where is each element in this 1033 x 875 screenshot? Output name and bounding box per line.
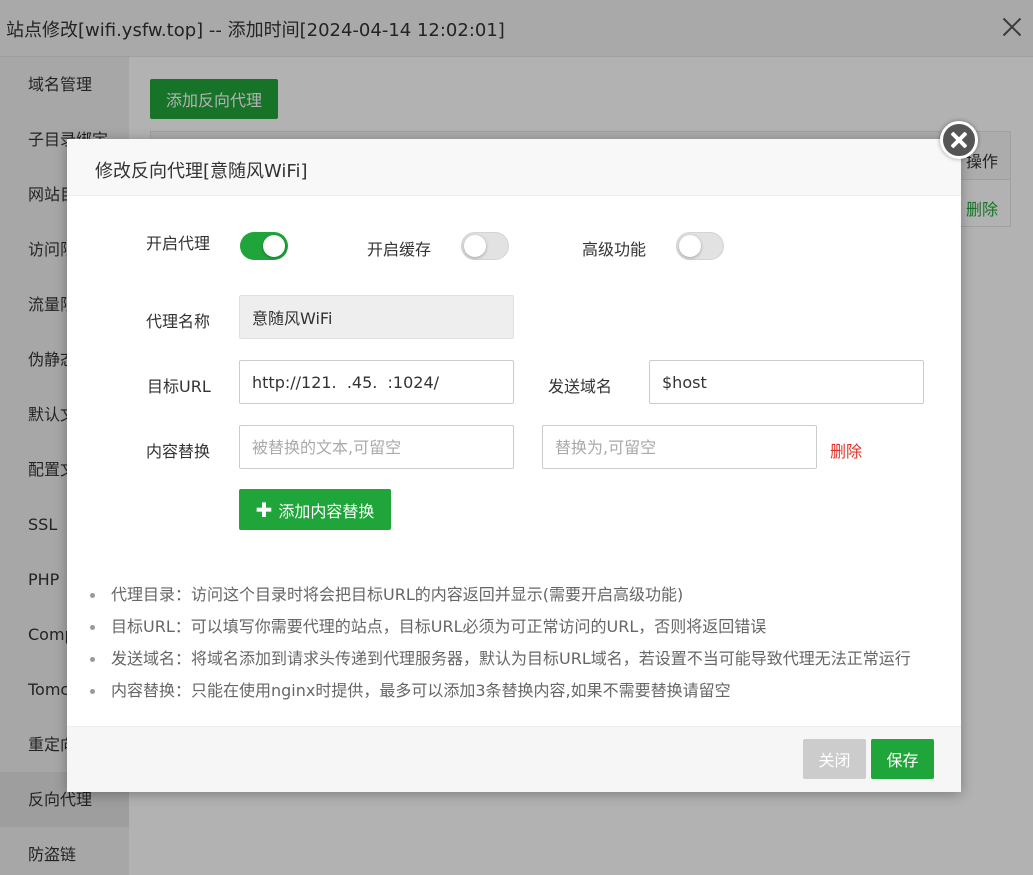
replace-delete-link[interactable]: 删除 bbox=[830, 438, 862, 462]
modal-title: 修改反向代理[意随风WiFi] bbox=[95, 161, 308, 182]
proxy-toggle-label: 开启代理 bbox=[146, 234, 211, 253]
toggle-knob bbox=[263, 235, 285, 257]
modal-header: 修改反向代理[意随风WiFi] bbox=[67, 139, 961, 196]
plus-icon: ✚ bbox=[255, 497, 273, 522]
tip-item: 目标URL：可以填写你需要代理的站点，目标URL必须为可正常访问的URL，否则将… bbox=[89, 611, 949, 643]
cache-toggle[interactable] bbox=[461, 232, 509, 260]
tip-item: 代理目录：访问这个目录时将会把目标URL的内容返回并显示(需要开启高级功能) bbox=[89, 579, 949, 611]
tip-item: 发送域名：将域名添加到请求头传递到代理服务器，默认为目标URL域名，若设置不当可… bbox=[89, 643, 949, 675]
target-url-input[interactable] bbox=[239, 360, 514, 404]
help-tips: 代理目录：访问这个目录时将会把目标URL的内容返回并显示(需要开启高级功能) 目… bbox=[89, 579, 949, 707]
save-button[interactable]: 保存 bbox=[871, 739, 934, 779]
modal-footer: 关闭 保存 bbox=[67, 726, 961, 792]
close-button[interactable]: 关闭 bbox=[803, 739, 866, 779]
replace-from-input[interactable] bbox=[239, 425, 514, 469]
edit-proxy-modal: 修改反向代理[意随风WiFi] 开启代理 开启缓存 高级功能 代理名称 目标UR… bbox=[67, 139, 961, 792]
toggle-knob bbox=[464, 235, 486, 257]
replace-to-input[interactable] bbox=[542, 425, 817, 469]
cache-toggle-label: 开启缓存 bbox=[367, 240, 432, 259]
add-content-replace-button[interactable]: ✚ 添加内容替换 bbox=[239, 489, 391, 530]
advanced-toggle[interactable] bbox=[676, 232, 724, 260]
proxy-name-label: 代理名称 bbox=[146, 312, 211, 331]
advanced-toggle-label: 高级功能 bbox=[582, 240, 647, 259]
proxy-name-field bbox=[239, 295, 514, 339]
target-url-label: 目标URL bbox=[147, 377, 211, 396]
tip-item: 内容替换：只能在使用nginx时提供，最多可以添加3条替换内容,如果不需要替换请… bbox=[89, 675, 949, 707]
toggle-knob bbox=[679, 235, 701, 257]
send-domain-input[interactable] bbox=[649, 360, 924, 404]
proxy-toggle[interactable] bbox=[240, 232, 288, 260]
content-replace-label: 内容替换 bbox=[146, 442, 211, 461]
send-domain-label: 发送域名 bbox=[548, 377, 613, 396]
modal-close-icon[interactable] bbox=[940, 121, 978, 159]
add-content-replace-label: 添加内容替换 bbox=[278, 501, 375, 521]
